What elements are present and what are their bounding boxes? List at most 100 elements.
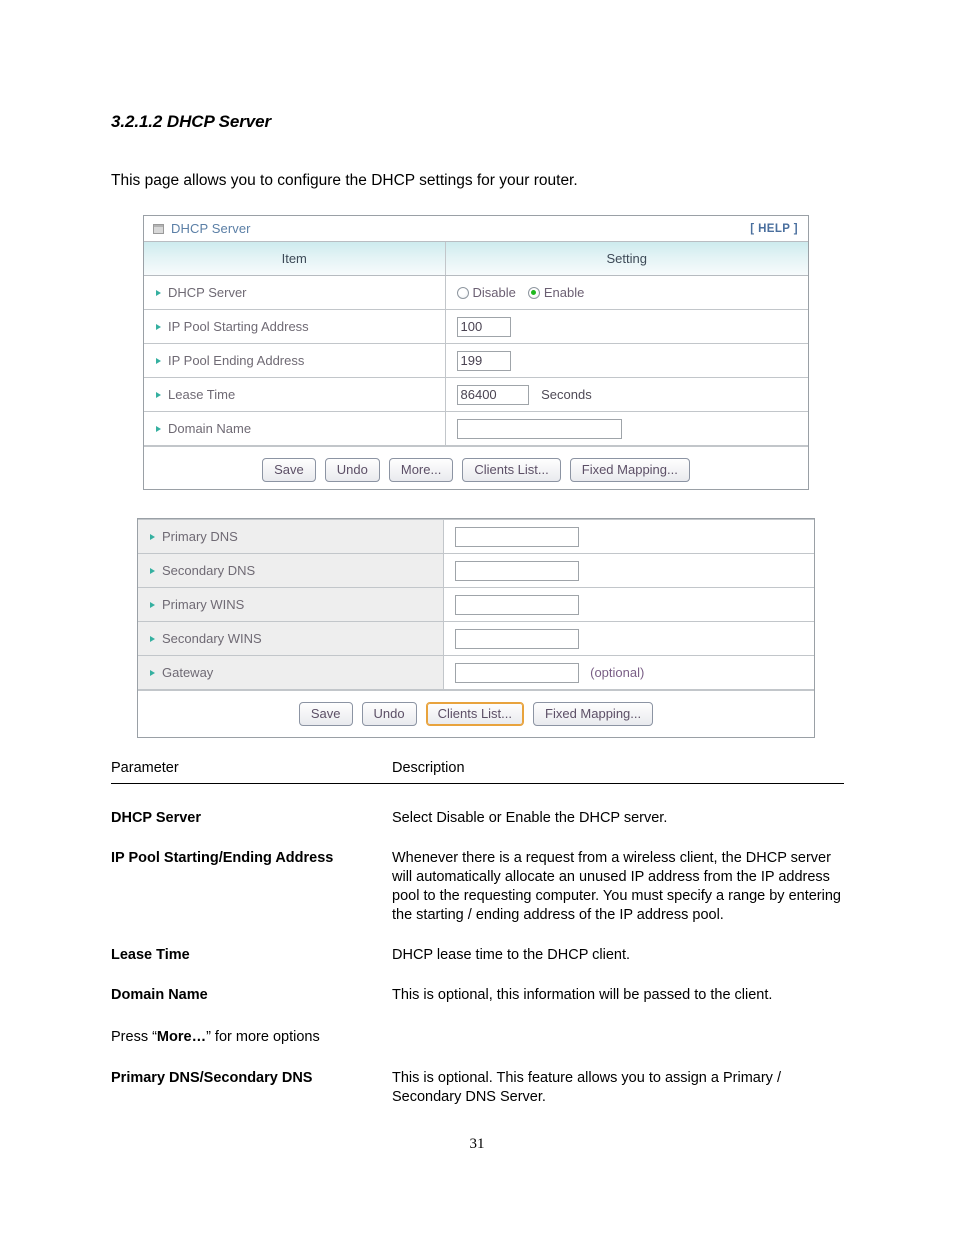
panel-titlebar: DHCP Server [ HELP ] [144, 216, 808, 242]
radio-disable-label: Disable [472, 285, 516, 300]
dhcp-more-options-panel: Primary DNS Secondary DNS Primary WINS S… [137, 518, 815, 738]
radio-disable[interactable]: Disable [456, 285, 516, 300]
fixed-mapping-button[interactable]: Fixed Mapping... [569, 458, 690, 482]
label-text: IP Pool Ending Address [168, 353, 305, 368]
desc-parameter: Lease Time [111, 947, 190, 963]
desc-row: Lease Time DHCP lease time to the DHCP c… [111, 946, 844, 965]
table-row: Primary DNS [138, 519, 814, 554]
panel-title-group: DHCP Server [153, 221, 750, 236]
triangle-bullet-icon [156, 290, 161, 296]
triangle-bullet-icon [156, 426, 161, 432]
row-label-domain-name: Domain Name [144, 411, 446, 446]
gateway-input[interactable] [454, 662, 579, 683]
label-text: Gateway [162, 665, 214, 680]
desc-description: Select Disable or Enable the DHCP server… [392, 810, 668, 826]
row-label-ip-pool-end: IP Pool Ending Address [144, 343, 446, 378]
row-value-lease-time: Seconds [444, 377, 808, 412]
desc-parameter: IP Pool Starting/Ending Address [111, 850, 334, 866]
column-header-setting: Setting [444, 242, 808, 276]
column-header-item: Item [144, 242, 446, 276]
dhcp-server-radio-group: Disable Enable [456, 285, 809, 300]
table-row: Secondary WINS [138, 621, 814, 656]
row-label-primary-wins: Primary WINS [138, 587, 444, 622]
desc-description: Whenever there is a request from a wirel… [392, 850, 841, 923]
row-label-primary-dns: Primary DNS [138, 519, 444, 554]
section-heading: 3.2.1.2 DHCP Server [111, 112, 272, 131]
undo-button[interactable]: Undo [324, 458, 380, 482]
desc-row: Primary DNS/Secondary DNS This is option… [111, 1069, 844, 1107]
table-row: Primary WINS [138, 587, 814, 622]
dhcp-settings-table: Item Setting DHCP Server Disable Enable … [144, 242, 808, 446]
main-panel-button-bar: Save Undo More... Clients List... Fixed … [144, 446, 808, 493]
save-button[interactable]: Save [262, 458, 316, 482]
domain-name-input[interactable] [456, 418, 622, 439]
ip-pool-starting-address-input[interactable] [456, 316, 511, 337]
note-bold: More… [156, 1029, 207, 1045]
triangle-bullet-icon [150, 534, 155, 540]
intro-paragraph: This page allows you to configure the DH… [111, 172, 578, 189]
row-value-secondary-dns [442, 553, 814, 588]
label-text: IP Pool Starting Address [168, 319, 309, 334]
radio-enable-label: Enable [543, 285, 585, 300]
save-button[interactable]: Save [298, 702, 353, 726]
desc-parameter: DHCP Server [111, 810, 202, 826]
row-value-dhcp-server: Disable Enable [444, 275, 809, 310]
desc-description: This is optional, this information will … [392, 987, 773, 1003]
lease-time-input[interactable] [456, 384, 529, 405]
window-icon [153, 223, 164, 234]
label-text: Primary DNS [162, 529, 238, 544]
row-label-secondary-wins: Secondary WINS [138, 621, 444, 656]
row-label-ip-pool-start: IP Pool Starting Address [144, 309, 446, 344]
clients-list-button[interactable]: Clients List... [425, 702, 525, 726]
row-value-secondary-wins [442, 621, 814, 656]
secondary-wins-input[interactable] [454, 628, 579, 649]
table-row: Lease Time Seconds [144, 377, 808, 412]
row-value-ip-pool-end [444, 343, 808, 378]
primary-wins-input[interactable] [454, 594, 579, 615]
triangle-bullet-icon [156, 358, 161, 364]
label-text: Primary WINS [162, 597, 245, 612]
clients-list-button[interactable]: Clients List... [462, 458, 561, 482]
ip-pool-ending-address-input[interactable] [456, 350, 511, 371]
triangle-bullet-icon [156, 324, 161, 330]
triangle-bullet-icon [156, 392, 161, 398]
table-row: Domain Name [144, 411, 808, 446]
label-text: DHCP Server [168, 285, 247, 300]
dhcp-server-panel: DHCP Server [ HELP ] Item Setting DHCP S… [143, 215, 809, 490]
label-text: Lease Time [168, 387, 236, 402]
more-button[interactable]: More... [388, 458, 454, 482]
row-label-secondary-dns: Secondary DNS [138, 553, 444, 588]
secondary-dns-input[interactable] [454, 560, 579, 581]
fixed-mapping-button[interactable]: Fixed Mapping... [533, 702, 654, 726]
desc-description: DHCP lease time to the DHCP client. [392, 947, 631, 963]
parameter-description-table: Parameter Description DHCP Server Select… [111, 760, 844, 1107]
label-text: Domain Name [168, 421, 252, 436]
table-row: Secondary DNS [138, 553, 814, 588]
primary-dns-input[interactable] [454, 526, 579, 547]
help-link[interactable]: [ HELP ] [750, 223, 798, 235]
label-text: Secondary WINS [162, 631, 262, 646]
label-text: Secondary DNS [162, 563, 256, 578]
desc-row: DHCP Server Select Disable or Enable the… [111, 809, 844, 828]
row-label-gateway: Gateway [138, 655, 444, 690]
undo-button[interactable]: Undo [361, 702, 417, 726]
radio-enable[interactable]: Enable [527, 285, 585, 300]
desc-parameter: Primary DNS/Secondary DNS [111, 1070, 313, 1086]
dhcp-dns-wins-table: Primary DNS Secondary DNS Primary WINS S… [138, 519, 814, 690]
desc-parameter: Domain Name [111, 987, 208, 1003]
table-row: Gateway (optional) [138, 655, 814, 690]
table-header-row: Item Setting [144, 242, 808, 276]
triangle-bullet-icon [150, 670, 155, 676]
triangle-bullet-icon [150, 568, 155, 574]
desc-description: This is optional. This feature allows yo… [392, 1070, 781, 1105]
row-value-domain-name [444, 411, 808, 446]
panel-title: DHCP Server [171, 221, 251, 236]
table-row: IP Pool Starting Address [144, 309, 808, 344]
more-panel-button-bar: Save Undo Clients List... Fixed Mapping.… [138, 690, 814, 737]
lease-time-unit: Seconds [541, 387, 592, 402]
row-value-primary-wins [442, 587, 814, 622]
row-label-dhcp-server: DHCP Server [144, 275, 446, 310]
desc-header-parameter: Parameter [111, 760, 179, 776]
triangle-bullet-icon [150, 602, 155, 608]
row-label-lease-time: Lease Time [144, 377, 446, 412]
